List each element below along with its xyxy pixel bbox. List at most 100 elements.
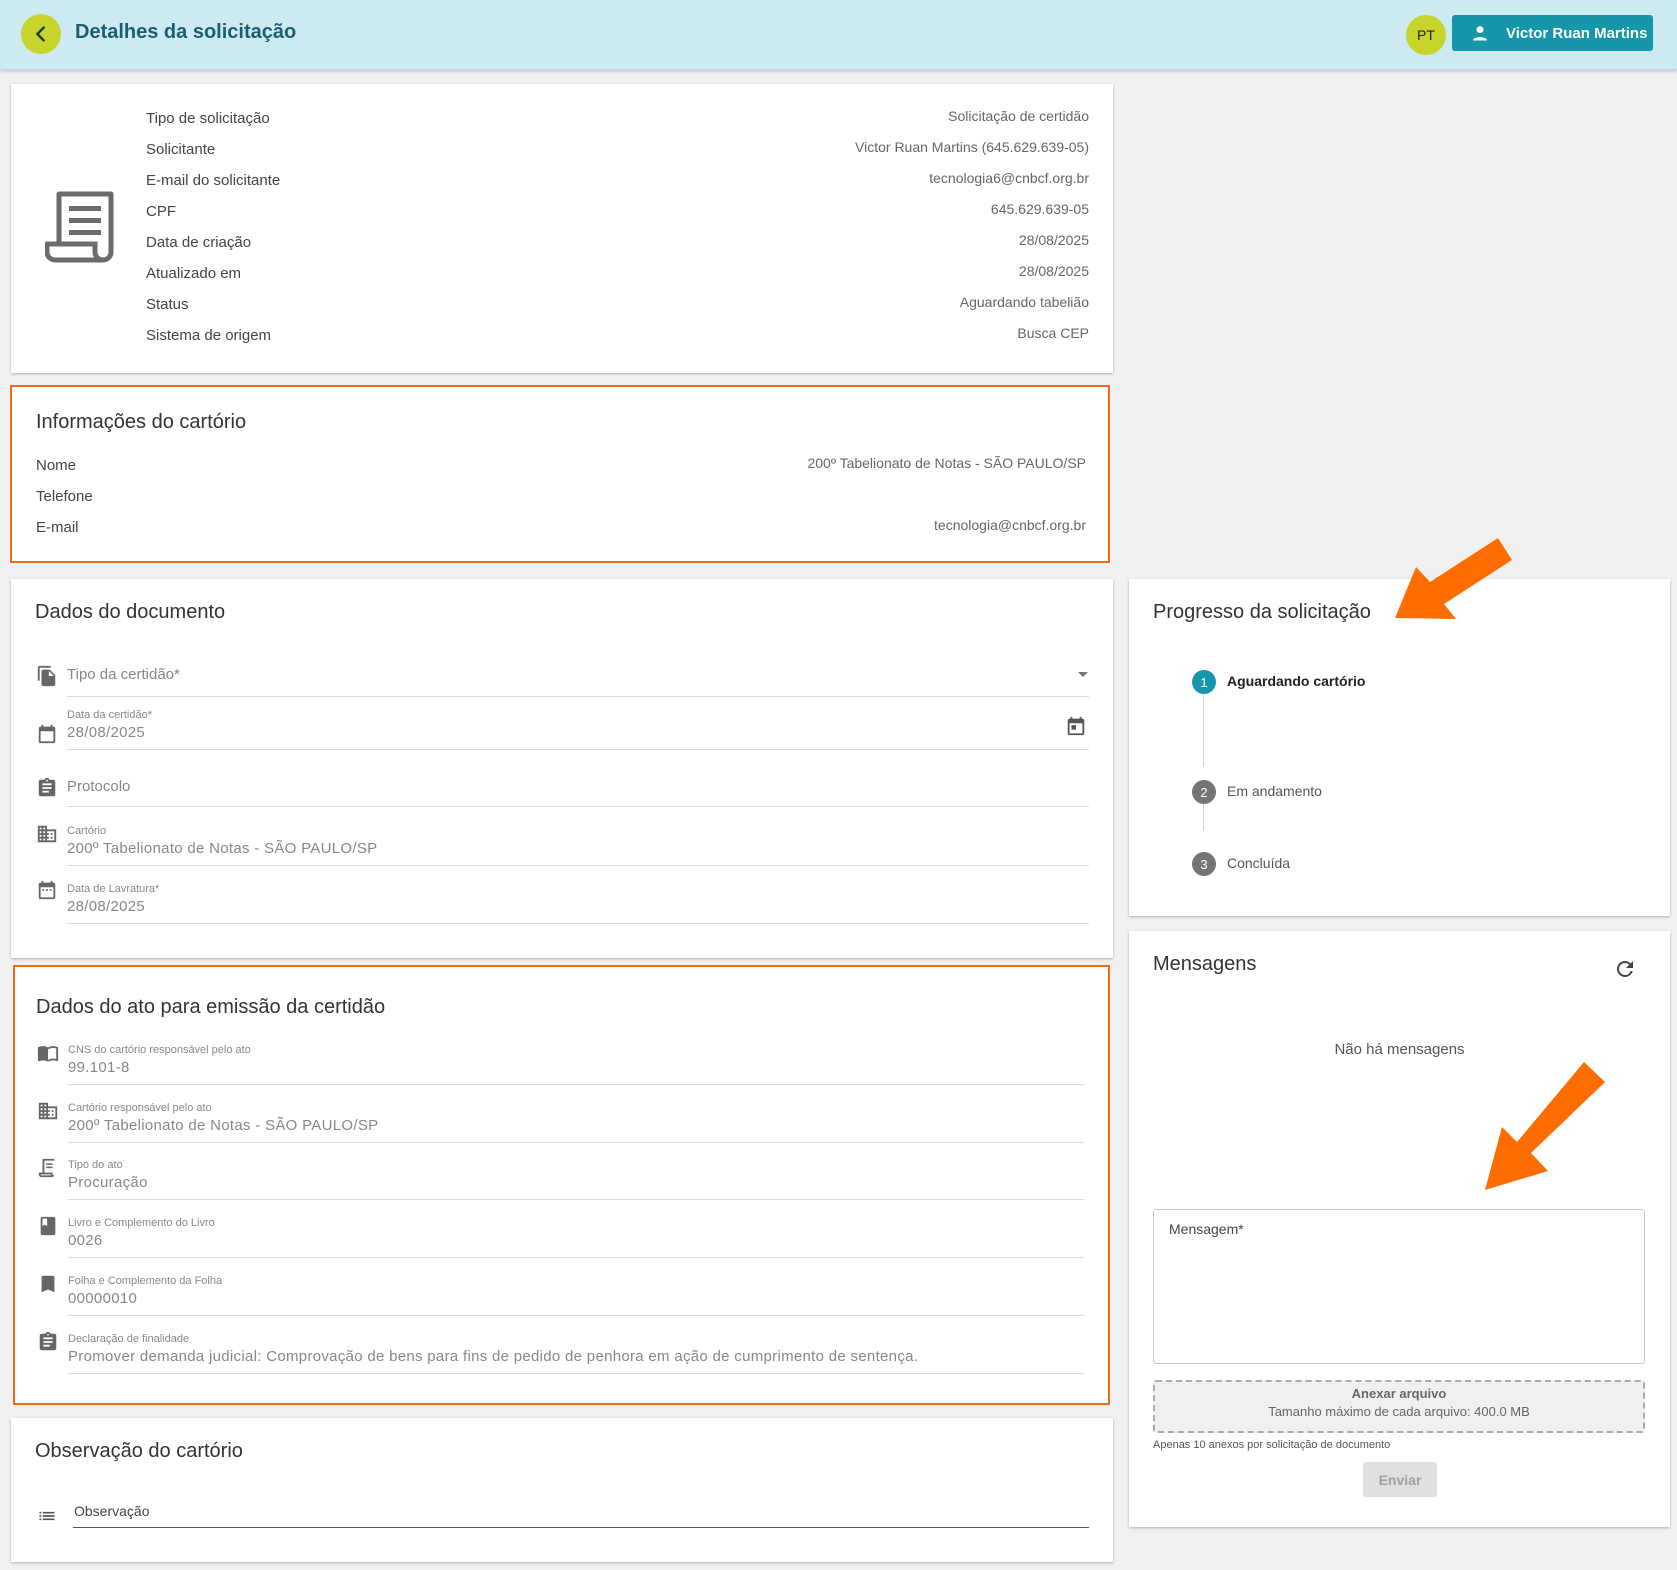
summary-row-label: Sistema de origem (146, 327, 272, 344)
step-number: 1 (1192, 670, 1216, 694)
chevron-left-icon (36, 26, 45, 42)
cartorio-field[interactable]: Cartório 200º Tabelionato de Notas - SÃO… (11, 825, 1113, 875)
act-cartorio-value: 200º Tabelionato de Notas - SÃO PAULO/SP (68, 1117, 379, 1134)
purpose-value: Promover demanda judicial: Comprovação d… (68, 1348, 919, 1365)
summary-row-label: Atualizado em (146, 265, 242, 282)
cartorio-row-value: tecnologia@cnbcf.org.br (934, 517, 1086, 533)
observation-placeholder: Observação (74, 1503, 150, 1519)
file-copy-icon (37, 665, 56, 687)
messages-title: Mensagens (1153, 953, 1257, 975)
cartorio-row: Telefone (12, 486, 1108, 510)
cartorio-row-label: Nome (36, 457, 77, 474)
attach-hint: Apenas 10 anexos por solicitação de docu… (1153, 1439, 1391, 1451)
progress-title: Progresso da solicitação (1153, 601, 1371, 623)
calendar-icon (38, 880, 56, 900)
step-connector (1203, 685, 1204, 767)
sheet-label: Folha e Complemento da Folha (68, 1275, 223, 1287)
data-certidao-label: Data da certidão* (67, 709, 152, 721)
user-menu-button[interactable]: Victor Ruan Martins (1452, 15, 1653, 51)
summary-row-label: Tipo de solicitação (146, 110, 270, 127)
summary-row-value: 28/08/2025 (1018, 263, 1089, 279)
cartorio-info-card: Informações do cartório Nome 200º Tabelio… (10, 385, 1110, 563)
summary-row: Data de criação 28/08/2025 (11, 232, 1113, 256)
annotation-arrow-icon (1485, 1062, 1605, 1190)
page-title: Detalhes da solicitação (75, 21, 297, 43)
person-icon (1472, 26, 1488, 41)
protocolo-placeholder: Protocolo (67, 778, 131, 795)
summary-row-value: Aguardando tabelião (959, 294, 1089, 310)
bookmark-icon (41, 1275, 55, 1293)
summary-row: Tipo de solicitação Solicitação de certid… (11, 108, 1113, 132)
sheet-value: 00000010 (68, 1290, 138, 1307)
summary-row-label: Data de criação (146, 234, 252, 251)
summary-row: Solicitante Victor Ruan Martins (645.629.… (11, 139, 1113, 163)
top-app-bar: Detalhes da solicitação PT Victor Ruan M… (0, 0, 1677, 70)
act-data-card: Dados do ato para emissão da certidão CN… (13, 965, 1110, 1405)
user-name: Victor Ruan Martins (1506, 24, 1648, 42)
avatar[interactable]: PT (1406, 15, 1446, 55)
summary-row-value: 645.629.639-05 (990, 201, 1089, 217)
act-type-value: Procuração (68, 1174, 148, 1191)
attach-file-dropzone[interactable]: Anexar arquivo Tamanho máximo de cada ar… (1153, 1380, 1645, 1433)
step-label: Concluída (1227, 855, 1291, 871)
summary-row-label: Solicitante (146, 141, 216, 158)
data-lavratura-value: 28/08/2025 (67, 898, 146, 915)
book-icon (40, 1216, 56, 1236)
act-type-label: Tipo do ato (68, 1159, 123, 1171)
receipt-icon (38, 1158, 55, 1178)
send-label: Enviar (1378, 1471, 1422, 1488)
observation-input[interactable]: Observação (73, 1498, 1089, 1528)
step-number: 2 (1192, 780, 1216, 804)
summary-row-value: tecnologia6@cnbcf.org.br (929, 170, 1089, 186)
act-type-field: Tipo do ato Procuração (12, 1158, 1108, 1209)
step-label: Em andamento (1227, 783, 1322, 799)
clipboard-icon (39, 1331, 57, 1351)
attach-subtitle: Tamanho máximo de cada arquivo: 400.0 MB (1268, 1404, 1530, 1419)
tipo-certidao-select[interactable]: Tipo da certidão* (11, 663, 1113, 703)
data-lavratura-label: Data de Lavratura* (67, 883, 160, 895)
act-data-title: Dados do ato para emissão da certidão (36, 996, 386, 1018)
summary-row: Status Aguardando tabelião (11, 294, 1113, 318)
cartorio-row-value: 200º Tabelionato de Notas - SÃO PAULO/SP (807, 455, 1086, 471)
summary-row-label: CPF (146, 203, 176, 220)
cartorio-row-label: Telefone (36, 488, 93, 505)
list-icon (39, 1511, 55, 1521)
purpose-field: Declaração de finalidade Promover demand… (12, 1331, 1108, 1383)
message-textarea[interactable]: Mensagem* (1153, 1209, 1645, 1364)
observation-card: Observação do cartório Observação (11, 1418, 1113, 1562)
refresh-icon[interactable] (1613, 957, 1637, 981)
summary-row: CPF 645.629.639-05 (11, 201, 1113, 225)
calendar-icon (38, 724, 56, 744)
sheet-field: Folha e Complemento da Folha 00000010 (12, 1275, 1108, 1325)
data-certidao-value: 28/08/2025 (67, 724, 146, 741)
document-data-card: Dados do documento Tipo da certidão* Dat… (11, 579, 1113, 958)
send-button[interactable]: Enviar (1363, 1462, 1437, 1497)
summary-row-value: Solicitação de certidão (948, 108, 1089, 124)
summary-row-value: Victor Ruan Martins (645.629.639-05) (855, 139, 1089, 155)
act-cartorio-label: Cartório responsável pelo ato (68, 1102, 212, 1114)
purpose-label: Declaração de finalidade (68, 1333, 190, 1345)
back-button[interactable] (21, 14, 61, 54)
calendar-picker-icon[interactable] (1065, 715, 1087, 737)
attach-title: Anexar arquivo (1351, 1386, 1447, 1401)
cartorio-row: Nome 200º Tabelionato de Notas - SÃO PAUL… (12, 455, 1108, 479)
message-label: Mensagem* (1169, 1221, 1244, 1237)
data-lavratura-field[interactable]: Data de Lavratura* 28/08/2025 (11, 880, 1113, 933)
step-number: 3 (1192, 852, 1216, 876)
messages-card: Mensagens Não há mensagens Mensagem* Ane… (1129, 931, 1670, 1527)
summary-row: Atualizado em 28/08/2025 (11, 263, 1113, 287)
cartorio-info-title: Informações do cartório (36, 411, 247, 433)
menu-book-icon (37, 1046, 59, 1062)
data-certidao-field[interactable]: Data da certidão* 28/08/2025 (11, 709, 1113, 759)
book-field: Livro e Complemento do Livro 0026 (12, 1216, 1108, 1267)
summary-row-label: E-mail do solicitante (146, 172, 281, 189)
summary-row-value: Busca CEP (1017, 325, 1089, 341)
cartorio-row-label: E-mail (36, 519, 79, 536)
clipboard-icon (38, 777, 56, 797)
protocolo-field[interactable]: Protocolo (11, 775, 1113, 815)
cns-value: 99.101-8 (68, 1059, 130, 1076)
cns-label: CNS do cartório responsável pelo ato (68, 1044, 251, 1056)
progress-card: Progresso da solicitação 1 Aguardando car… (1129, 579, 1670, 916)
book-value: 0026 (68, 1232, 103, 1249)
book-label: Livro e Complemento do Livro (68, 1217, 215, 1229)
